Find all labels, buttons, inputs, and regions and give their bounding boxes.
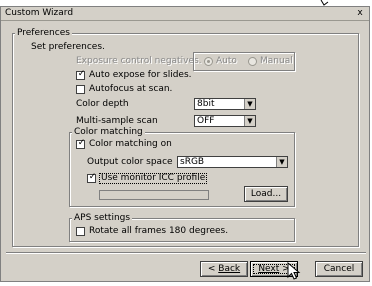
back-prefix: < <box>207 264 219 274</box>
radio-auto[interactable] <box>204 57 213 66</box>
check-icon: ✓ <box>77 69 86 79</box>
multi-sample-value: OFF <box>197 116 215 126</box>
preferences-legend: Preferences <box>15 28 72 39</box>
output-color-space-select[interactable]: sRGB ▼ <box>177 156 288 168</box>
use-icc-checkbox[interactable]: ✓ <box>87 172 97 183</box>
color-matching-on-label: Color matching on <box>89 139 172 149</box>
color-depth-value: 8bit <box>197 99 215 109</box>
output-color-space-value: sRGB <box>180 157 205 167</box>
custom-wizard-window: Custom Wizard x Preferences Set preferen… <box>0 6 370 282</box>
color-matching-legend: Color matching <box>72 127 145 138</box>
auto-expose-label: Auto expose for slides. <box>89 70 192 80</box>
window-title: Custom Wizard <box>5 8 74 18</box>
rotate-checkbox[interactable] <box>76 227 85 236</box>
radio-manual-label: Manual <box>260 56 293 66</box>
color-depth-label: Color depth <box>76 99 129 109</box>
exposure-control-label: Exposure control negatives. <box>76 56 202 66</box>
auto-expose-checkbox[interactable]: ✓ <box>76 69 86 80</box>
output-color-space-label: Output color space <box>87 157 173 167</box>
back-button[interactable]: < Back <box>200 261 248 277</box>
use-icc-label: Use monitor ICC profile <box>99 173 208 184</box>
set-preferences-text: Set preferences. <box>31 42 105 52</box>
rotate-label: Rotate all frames 180 degrees. <box>89 226 229 236</box>
icc-profile-path-field <box>99 190 209 200</box>
color-matching-on-checkbox[interactable]: ✓ <box>76 138 86 149</box>
autofocus-label: Autofocus at scan. <box>89 84 173 94</box>
aps-settings-legend: APS settings <box>72 213 133 224</box>
multi-sample-select[interactable]: OFF ▼ <box>194 115 256 127</box>
chevron-down-icon: ▼ <box>244 116 255 126</box>
check-icon: ✓ <box>77 138 86 148</box>
chevron-down-icon: ▼ <box>244 99 255 109</box>
load-button[interactable]: Load... <box>244 186 288 202</box>
footer-divider <box>6 252 366 254</box>
chevron-down-icon: ▼ <box>276 157 287 167</box>
mouse-pointer-icon <box>287 262 301 280</box>
autofocus-checkbox[interactable] <box>76 85 85 94</box>
back-label: Back <box>218 264 241 274</box>
title-bar: Custom Wizard x <box>1 7 369 21</box>
check-icon: ✓ <box>88 172 97 182</box>
close-button[interactable]: x <box>355 8 365 18</box>
radio-auto-label: Auto <box>216 56 237 66</box>
multi-sample-label: Multi-sample scan <box>76 116 158 126</box>
cancel-button[interactable]: Cancel <box>315 261 363 277</box>
radio-manual[interactable] <box>248 57 257 66</box>
color-depth-select[interactable]: 8bit ▼ <box>194 98 256 110</box>
next-label: Next <box>258 264 280 274</box>
